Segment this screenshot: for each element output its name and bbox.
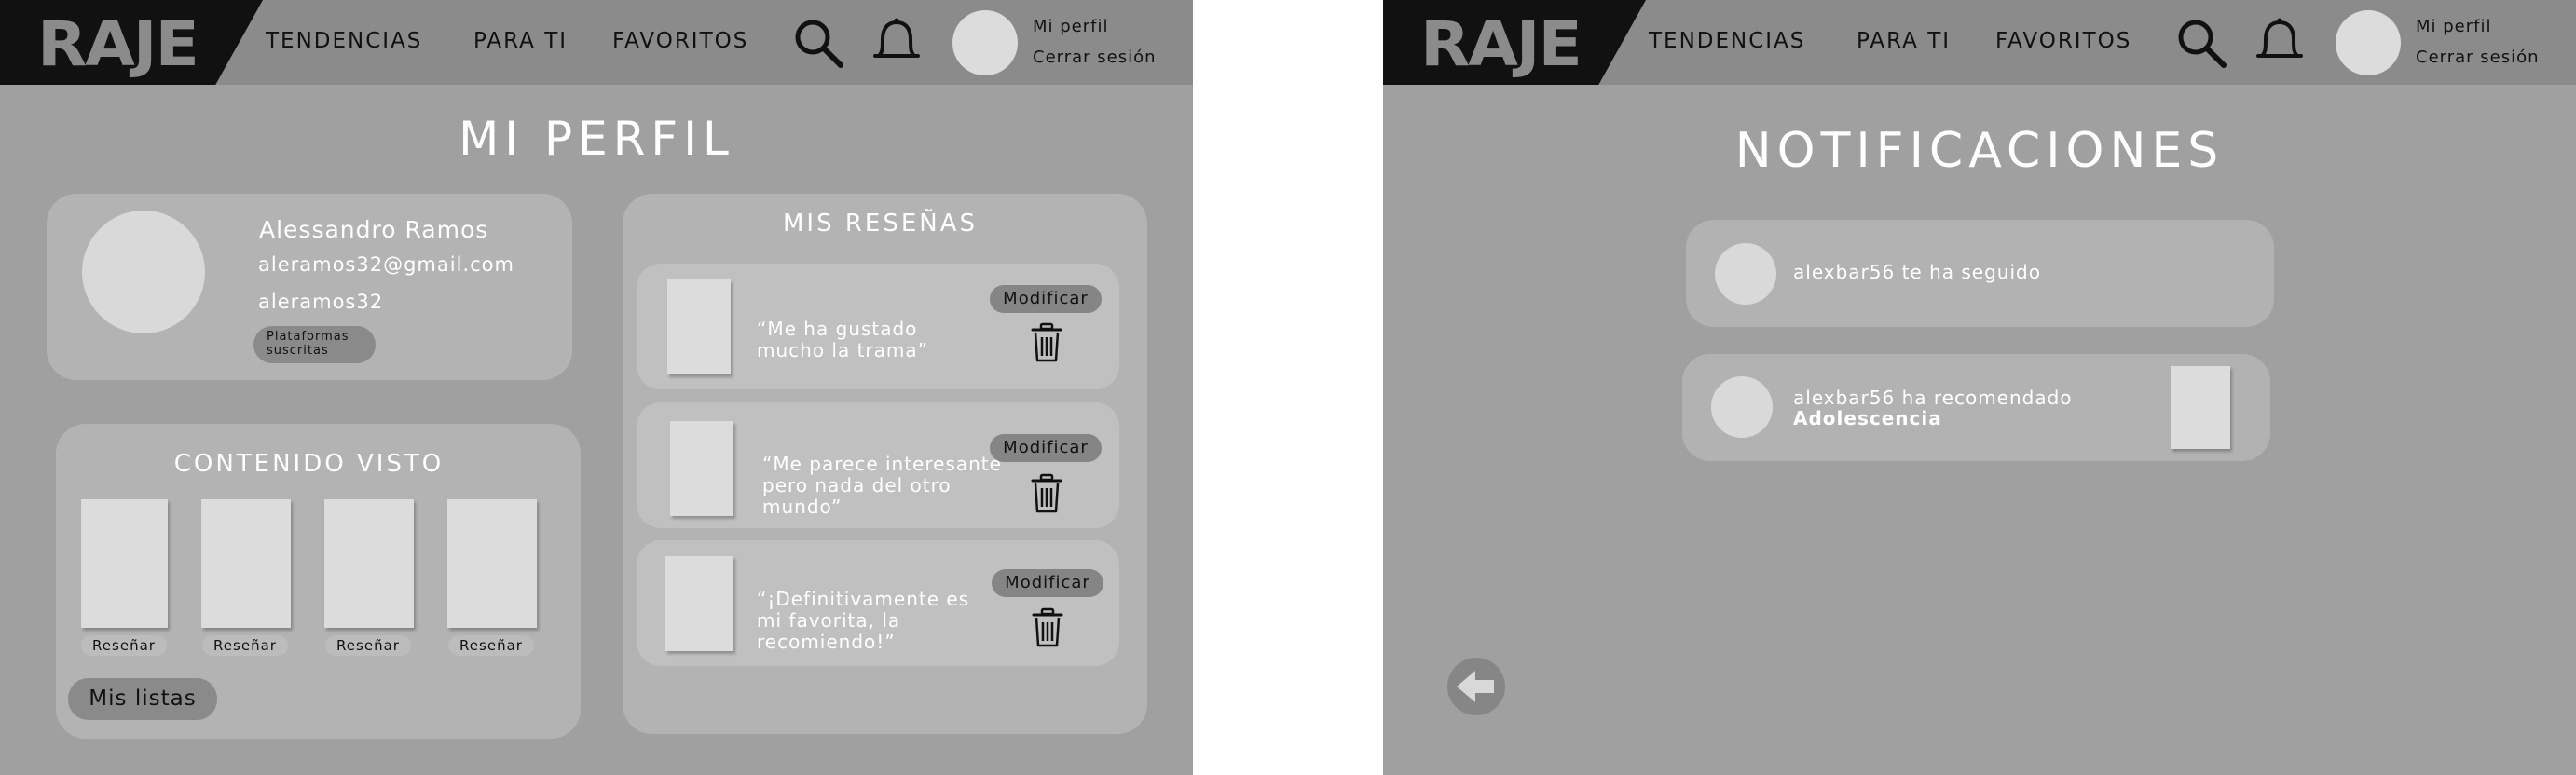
logout-link[interactable]: Cerrar sesión [1033,48,1157,67]
nav-link-favoritos[interactable]: FAVORITOS [1995,29,2131,53]
logout-link[interactable]: Cerrar sesión [2416,48,2540,67]
avatar[interactable] [2336,10,2401,75]
nav-link-para-ti[interactable]: PARA TI [473,29,568,53]
watched-poster[interactable] [447,499,537,628]
profile-avatar[interactable] [82,211,205,333]
avatar[interactable] [952,10,1018,75]
trash-icon[interactable] [1032,607,1063,648]
notification-avatar[interactable] [1715,243,1776,305]
review-button[interactable]: Reseñar [202,635,288,656]
review-button[interactable]: Reseñar [325,635,411,656]
nav-link-para-ti[interactable]: PARA TI [1857,29,1951,53]
review-text: “¡Definitivamente es mi favorita, la rec… [757,588,970,653]
notification-text: alexbar56 ha recomendado [1793,387,2073,409]
my-profile-link[interactable]: Mi perfil [1033,17,1109,36]
watched-poster[interactable] [201,499,291,628]
logo[interactable]: RAJE [1383,0,1646,85]
nav-link-favoritos[interactable]: FAVORITOS [612,29,748,53]
user-name: Alessandro Ramos [259,216,489,243]
navbar: RAJE TENDENCIAS PARA TI FAVORITOS Mi per… [0,0,1193,85]
bell-icon[interactable] [2254,17,2305,61]
user-email: aleramos32@gmail.com [258,253,514,276]
edit-review-button[interactable]: Modificar [992,569,1103,597]
watched-content-heading: CONTENIDO VISTO [173,450,445,478]
notification-text: alexbar56 te ha seguido [1793,261,2041,283]
logo-text: RAJE [1420,8,1583,80]
notification-poster[interactable] [2171,366,2230,449]
search-icon[interactable] [792,17,844,69]
watched-poster[interactable] [81,499,168,628]
watched-poster[interactable] [324,499,414,628]
logo[interactable]: RAJE [0,0,263,85]
review-text: “Me parece interesante pero nada del otr… [762,453,1002,518]
arrow-left-icon [1457,671,1494,702]
search-icon[interactable] [2175,17,2227,69]
review-button[interactable]: Reseñar [448,635,534,656]
notifications-screen: RAJE TENDENCIAS PARA TI FAVORITOS Mi per… [1383,0,2576,775]
review-button[interactable]: Reseñar [81,635,167,656]
logo-text: RAJE [37,8,199,80]
page-title: MI PERFIL [459,112,734,166]
profile-screen: RAJE TENDENCIAS PARA TI FAVORITOS Mi per… [0,0,1193,775]
trash-icon[interactable] [1031,322,1062,363]
edit-review-button[interactable]: Modificar [990,285,1102,313]
bell-icon[interactable] [871,17,922,61]
review-poster[interactable] [667,279,731,374]
subscribed-platforms-button[interactable]: Plataformas suscritas [253,326,376,363]
my-reviews-heading: MIS RESEÑAS [782,210,979,238]
navbar: RAJE TENDENCIAS PARA TI FAVORITOS Mi per… [1383,0,2576,85]
review-text: “Me ha gustado mucho la trama” [757,318,929,361]
edit-review-button[interactable]: Modificar [990,434,1102,462]
back-button[interactable] [1447,658,1505,715]
trash-icon[interactable] [1031,473,1062,514]
review-poster[interactable] [665,556,733,651]
page-title: NOTIFICACIONES [1734,123,2225,179]
my-profile-link[interactable]: Mi perfil [2416,17,2492,36]
nav-link-tendencias[interactable]: TENDENCIAS [266,29,422,53]
my-lists-button[interactable]: Mis listas [68,678,217,720]
user-username: aleramos32 [258,291,384,313]
nav-link-tendencias[interactable]: TENDENCIAS [1649,29,1805,53]
recommended-title[interactable]: Adolescencia [1793,407,1942,429]
notification-avatar[interactable] [1711,376,1773,438]
review-poster[interactable] [670,421,733,516]
